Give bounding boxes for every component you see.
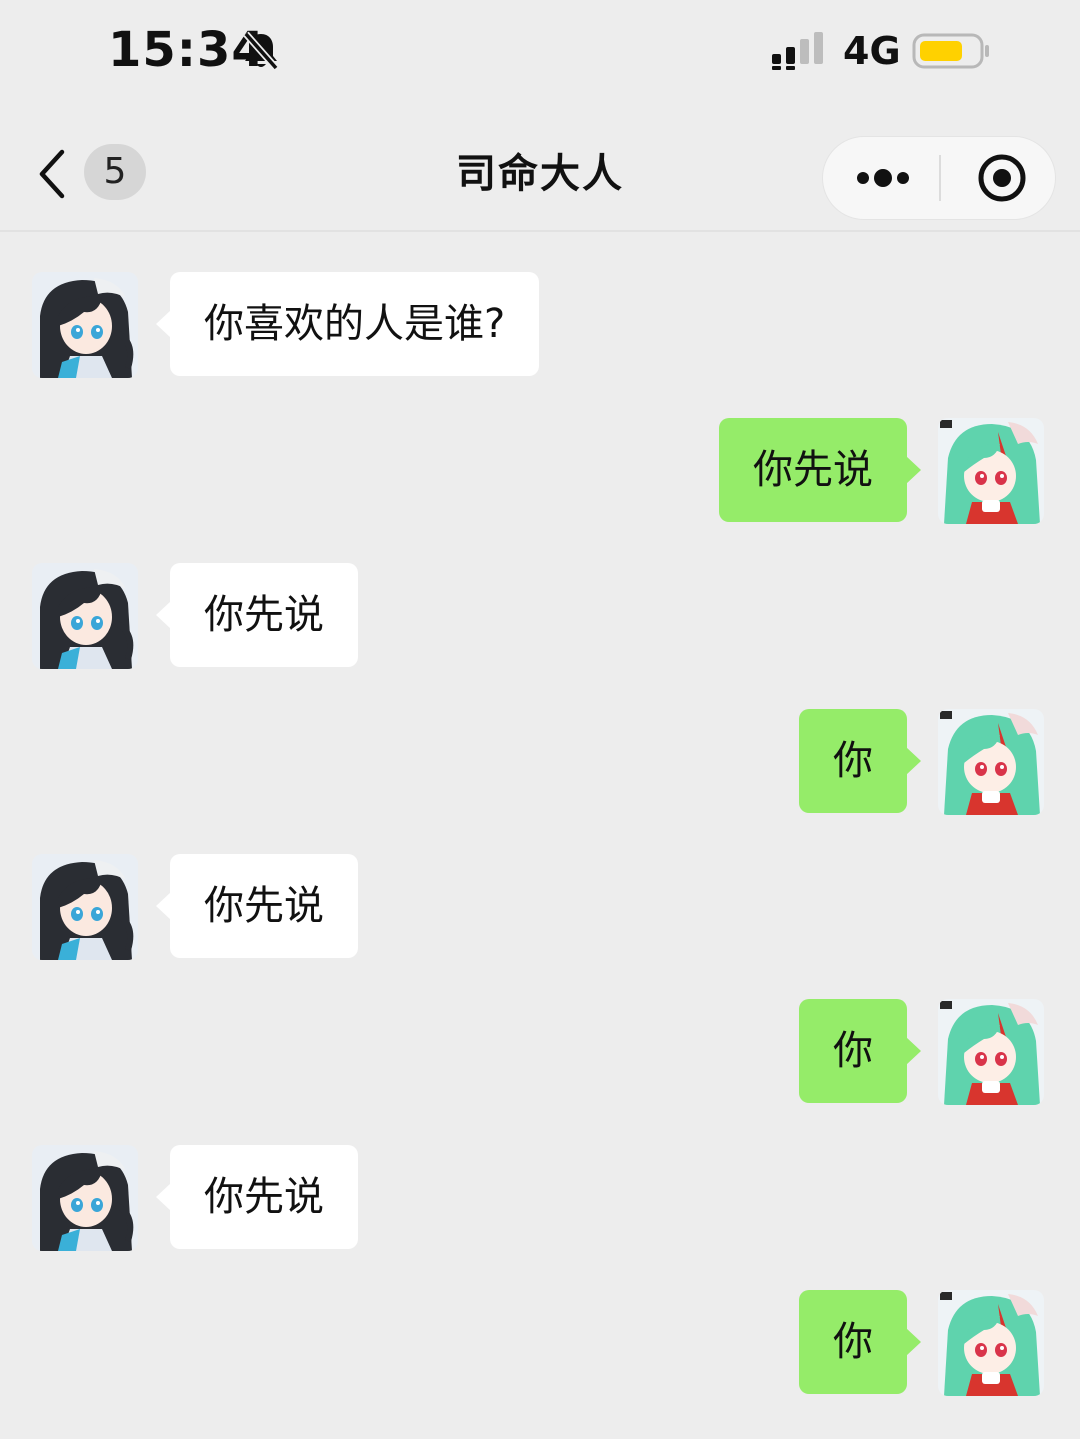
message-bubble-incoming[interactable]: 你先说 (156, 563, 358, 667)
my-avatar[interactable] (938, 999, 1044, 1105)
contact-avatar[interactable] (32, 854, 138, 960)
network-type: 4G (843, 29, 901, 73)
message-bubble-outgoing[interactable]: 你 (799, 999, 921, 1103)
contact-avatar[interactable] (32, 563, 138, 669)
battery-icon (912, 30, 992, 72)
unread-count-badge: 5 (84, 144, 146, 200)
back-button[interactable]: 5 (28, 144, 158, 204)
bell-slash-icon (238, 28, 284, 74)
status-bar: 15:34 4G (0, 0, 1080, 100)
contact-avatar[interactable] (32, 272, 138, 378)
more-button[interactable] (823, 137, 939, 219)
contact-avatar[interactable] (32, 1145, 138, 1251)
message-row-incoming: 你先说 (0, 1145, 1080, 1253)
back-chevron-icon (34, 148, 74, 200)
message-row-outgoing: 你 (0, 999, 1080, 1107)
message-bubble-incoming[interactable]: 你先说 (156, 854, 358, 958)
message-row-outgoing: 你 (0, 1290, 1080, 1398)
message-row-incoming: 你先说 (0, 854, 1080, 962)
my-avatar[interactable] (938, 1290, 1044, 1396)
message-row-incoming: 你喜欢的人是谁? (0, 272, 1080, 380)
message-bubble-outgoing[interactable]: 你 (799, 1290, 921, 1394)
message-row-incoming: 你先说 (0, 563, 1080, 671)
my-avatar[interactable] (938, 418, 1044, 524)
page-title: 司命大人 (456, 151, 624, 197)
message-row-outgoing: 你先说 (0, 418, 1080, 526)
message-row-outgoing: 你 (0, 709, 1080, 817)
mini-program-capsule (822, 136, 1056, 220)
message-bubble-outgoing[interactable]: 你 (799, 709, 921, 813)
message-bubble-incoming[interactable]: 你先说 (156, 1145, 358, 1249)
message-list: 你喜欢的人是谁? 你先说 你先说 你 你先说 你 你先说 你 (0, 232, 1080, 1439)
nav-bar: 5 司命大人 (0, 118, 1080, 232)
target-icon (975, 151, 1029, 205)
more-dots-icon (853, 164, 913, 192)
close-button[interactable] (941, 137, 1055, 219)
message-bubble-outgoing[interactable]: 你先说 (719, 418, 921, 522)
my-avatar[interactable] (938, 709, 1044, 815)
signal-icon (770, 30, 828, 72)
message-bubble-incoming[interactable]: 你喜欢的人是谁? (155, 272, 540, 376)
